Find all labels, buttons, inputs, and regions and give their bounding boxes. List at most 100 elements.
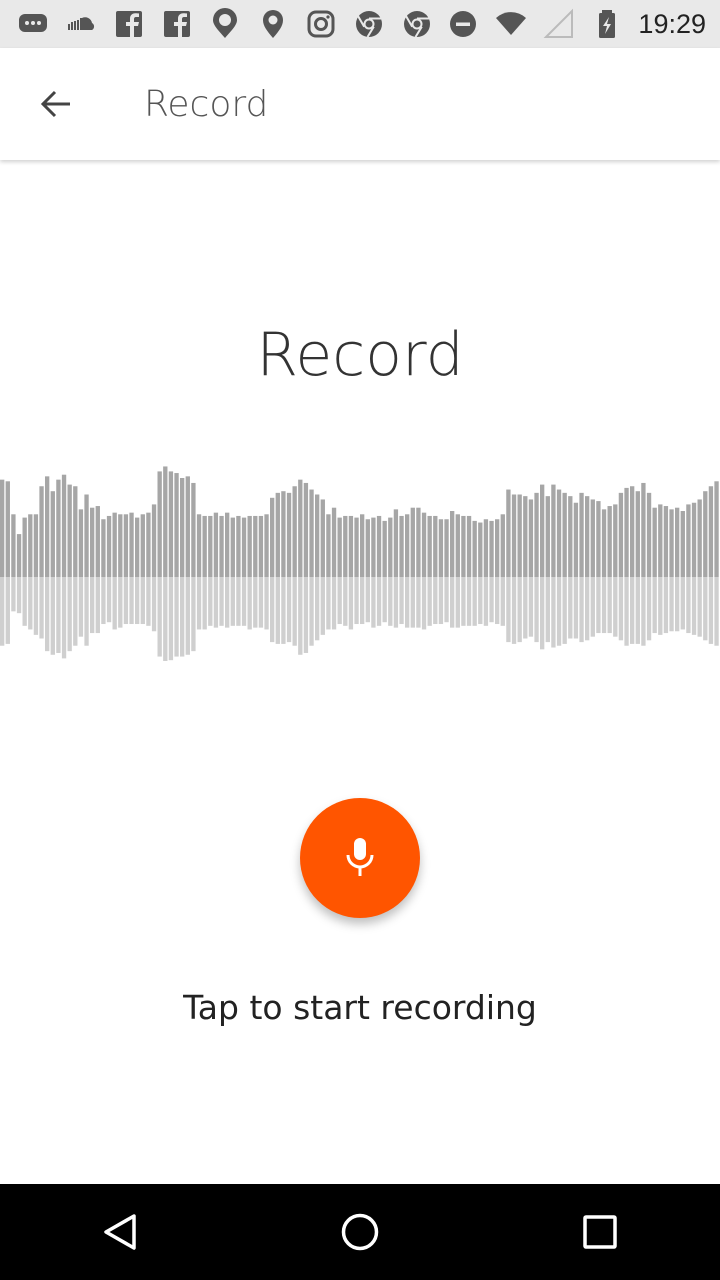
back-button[interactable] <box>0 48 112 160</box>
waveform-bar-lower <box>630 577 635 644</box>
waveform-bar-lower <box>202 577 207 630</box>
waveform-bar-upper <box>247 515 252 577</box>
waveform-bar-lower <box>410 577 415 628</box>
waveform-bar-lower <box>270 577 275 643</box>
waveform-bar-upper <box>618 492 624 577</box>
waveform-bar-upper <box>388 517 393 577</box>
waveform-bar-upper <box>680 511 685 577</box>
waveform-bar-lower <box>658 577 663 635</box>
waveform-bar-upper <box>568 496 573 577</box>
waveform-bar-upper <box>264 514 269 577</box>
battery-charging-icon <box>590 7 624 41</box>
chrome-icon <box>400 7 434 41</box>
waveform-bar-lower <box>568 577 573 639</box>
chrome-icon <box>352 7 386 41</box>
waveform-bar-upper <box>703 491 708 577</box>
soundcloud-icon <box>64 7 98 41</box>
waveform-bar-lower <box>174 577 179 657</box>
waveform-bar-lower <box>399 577 404 625</box>
waveform-bar-upper <box>590 499 595 577</box>
waveform-bar-upper <box>382 520 387 577</box>
waveform-bar-upper <box>444 519 449 577</box>
waveform-bar-lower <box>78 577 84 637</box>
waveform-bar-upper <box>258 515 264 577</box>
waveform-bar-upper <box>326 514 331 577</box>
waveform-bar-upper <box>365 519 370 577</box>
waveform-bar-lower <box>455 577 460 628</box>
waveform-bar-upper <box>630 486 635 577</box>
waveform-bar-lower <box>180 577 185 657</box>
waveform-bar-lower <box>590 577 595 637</box>
waveform-bar-upper <box>455 514 460 577</box>
nav-home-button[interactable] <box>300 1184 420 1280</box>
waveform-bar-upper <box>348 515 354 577</box>
waveform-bar-upper <box>495 519 500 577</box>
waveform-bar-upper <box>540 484 545 577</box>
waveform-bar-lower <box>686 577 691 634</box>
waveform-bar-upper <box>320 499 325 577</box>
waveform-bar-upper <box>95 506 100 577</box>
waveform-bar-lower <box>517 577 522 643</box>
waveform-bar-upper <box>601 509 607 577</box>
record-button[interactable] <box>300 798 420 918</box>
waveform-bar-upper <box>270 497 275 577</box>
waveform-bar-lower <box>427 577 432 626</box>
waveform-bar-lower <box>163 577 168 661</box>
waveform-bar-upper <box>292 486 297 577</box>
page-heading: Record <box>256 320 464 390</box>
waveform-bar-lower <box>343 577 348 626</box>
nav-recents-button[interactable] <box>540 1184 660 1280</box>
facebook-icon <box>112 7 146 41</box>
waveform-bar-upper <box>236 515 241 577</box>
waveform-bar-lower <box>84 577 89 646</box>
messages-icon <box>16 7 50 41</box>
nav-back-button[interactable] <box>60 1184 180 1280</box>
waveform-bar-lower <box>28 577 33 630</box>
waveform-bar-upper <box>298 479 303 577</box>
waveform-bar-lower <box>101 577 106 625</box>
waveform-bar-lower <box>545 577 550 643</box>
waveform-bar-lower <box>123 577 129 625</box>
waveform-bar-lower <box>438 577 444 625</box>
waveform-bar-upper <box>562 492 567 577</box>
waveform-bar-upper <box>489 520 494 577</box>
waveform-bar-upper <box>652 507 657 577</box>
waveform-bar-lower <box>45 577 50 652</box>
waveform-bar-upper <box>613 504 618 577</box>
waveform-bar-lower <box>135 577 140 625</box>
waveform-bar-lower <box>73 577 78 646</box>
waveform-bar-upper <box>466 515 472 577</box>
waveform-bar-upper <box>624 487 629 577</box>
waveform-bar-lower <box>264 577 269 630</box>
waveform-bar-upper <box>528 499 534 577</box>
cell-signal-icon <box>542 7 576 41</box>
waveform-bar-upper <box>405 514 410 577</box>
waveform-bar-upper <box>421 512 427 577</box>
waveform-bar-upper <box>573 502 579 577</box>
waveform-bar-lower <box>61 577 67 659</box>
waveform-bar-lower <box>624 577 629 646</box>
waveform-bar-lower <box>714 577 719 646</box>
waveform-bar-upper <box>354 517 359 577</box>
waveform-bar-lower <box>286 577 292 643</box>
waveform-bar-lower <box>331 577 337 630</box>
waveform-bar-lower <box>500 577 505 626</box>
waveform-bar-upper <box>343 515 348 577</box>
waveform-bar-upper <box>551 484 556 577</box>
waveform-bar-lower <box>579 577 584 643</box>
waveform-bar-lower <box>489 577 494 623</box>
waveform-bar-upper <box>309 489 314 577</box>
waveform <box>0 466 719 661</box>
waveform-bar-upper <box>556 489 562 577</box>
waveform-bar-upper <box>714 481 719 577</box>
waveform-bar-lower <box>613 577 618 637</box>
waveform-bar-lower <box>382 577 387 623</box>
waveform-bar-upper <box>61 474 67 577</box>
waveform-bar-lower <box>601 577 607 634</box>
waveform-bar-upper <box>658 504 663 577</box>
record-screen: Record Tap to start recording <box>0 160 720 1184</box>
waveform-bar-lower <box>444 577 449 623</box>
waveform-bar-lower <box>388 577 393 626</box>
waveform-bar-lower <box>393 577 399 628</box>
waveform-bar-lower <box>405 577 410 628</box>
